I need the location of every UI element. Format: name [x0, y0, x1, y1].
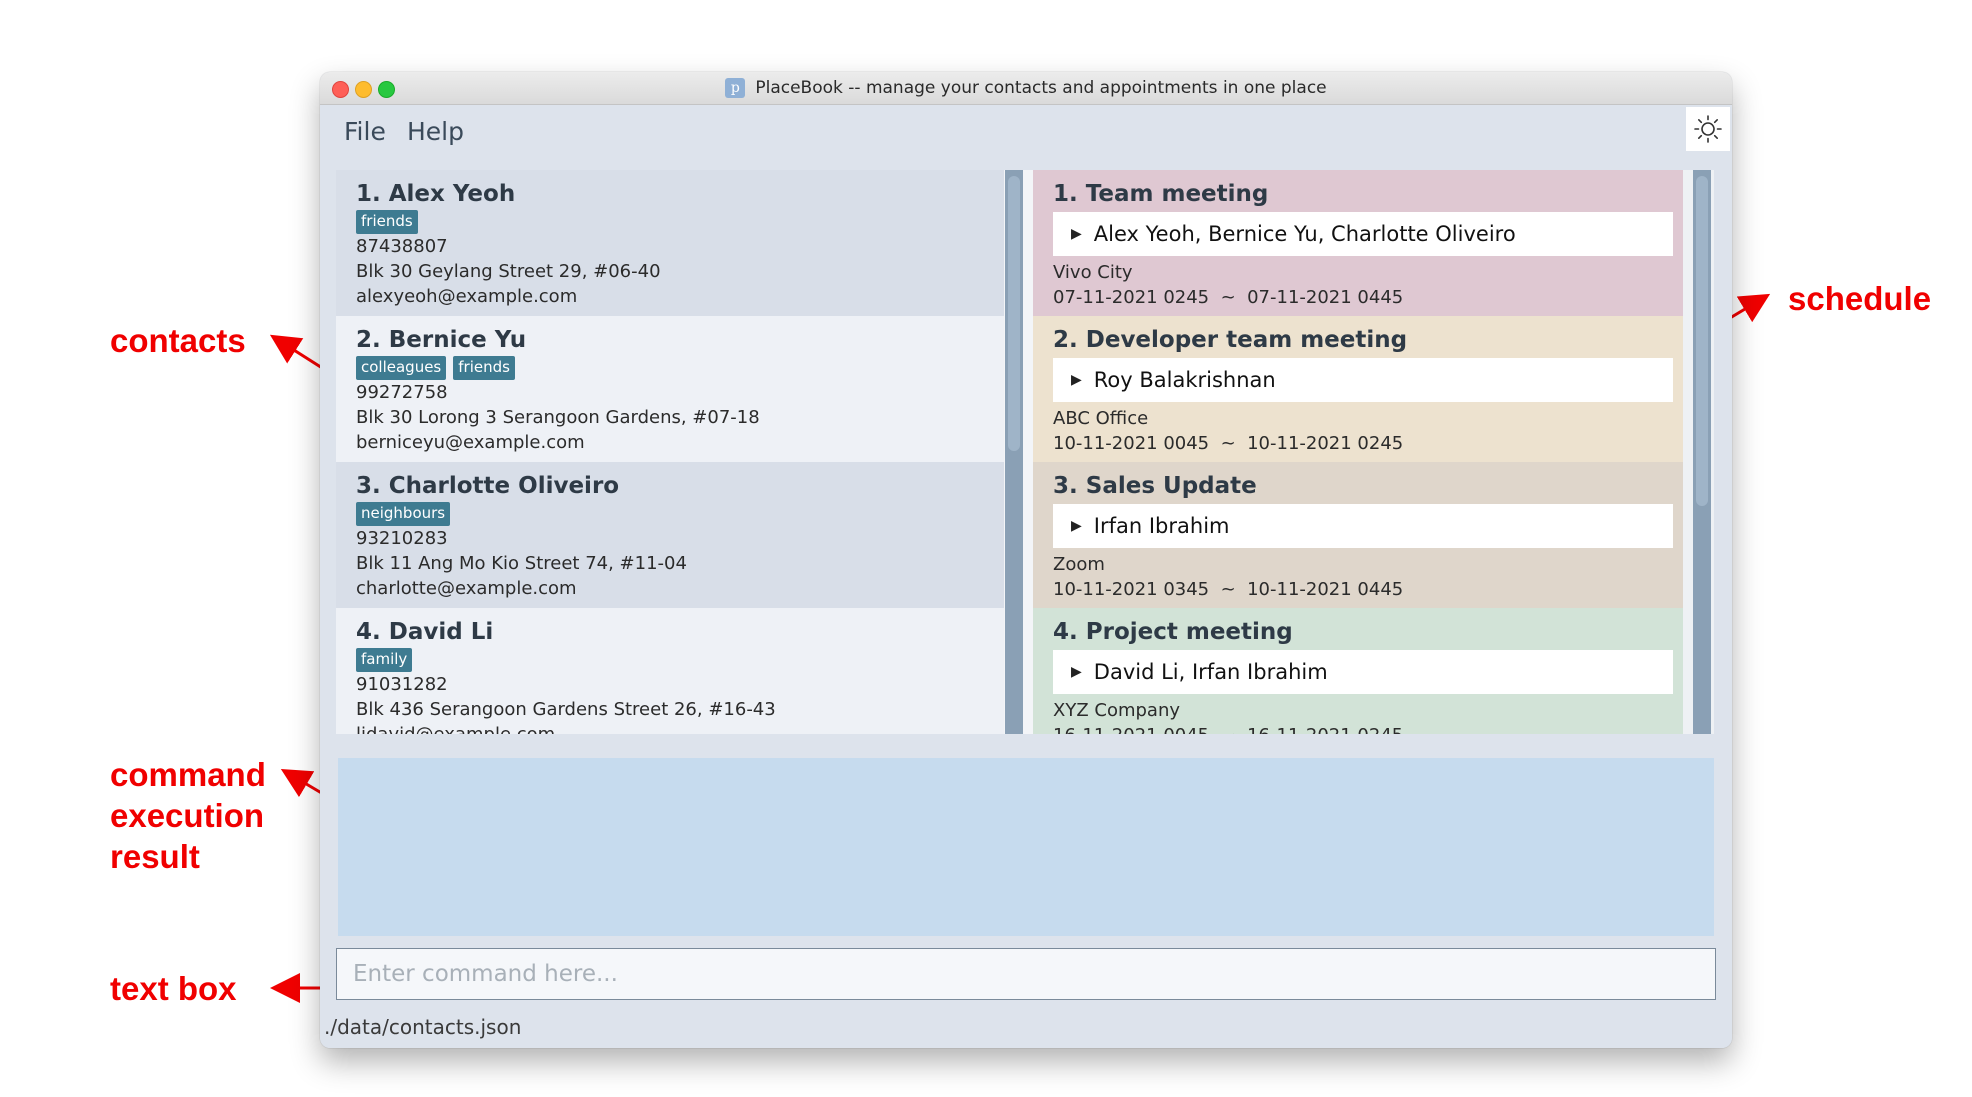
- app-icon: p: [725, 78, 746, 98]
- app-window: p PlaceBook -- manage your contacts and …: [320, 72, 1732, 1048]
- appointment-time: 10-11-2021 0045 ~ 10-11-2021 0245: [1053, 433, 1404, 454]
- triangle-right-icon: ▶: [1071, 226, 1082, 242]
- appointment-card[interactable]: 4. Project meeting ▶ David Li, Irfan Ibr…: [1033, 608, 1683, 734]
- contact-phone: 87438807: [356, 236, 448, 257]
- tag: family: [356, 648, 413, 672]
- appointment-time: 16-11-2021 0045 ~ 16-11-2021 0245: [1053, 723, 1683, 734]
- contact-tags: neighbours: [356, 502, 1004, 526]
- appointment-location: Zoom: [1053, 554, 1105, 575]
- triangle-right-icon: ▶: [1071, 664, 1082, 680]
- contact-tags: colleagues friends: [356, 356, 1004, 380]
- menu-file[interactable]: File: [344, 117, 386, 146]
- appointment-card[interactable]: 3. Sales Update ▶ Irfan Ibrahim Zoom 10-…: [1033, 462, 1683, 608]
- command-result-box: [338, 758, 1714, 936]
- contact-phone: 91031282: [356, 674, 448, 695]
- appointment-location: Vivo City: [1053, 262, 1133, 283]
- appointment-title: 4. Project meeting: [1053, 619, 1293, 645]
- contact-card[interactable]: 2. Bernice Yu colleagues friends 9927275…: [336, 316, 1004, 462]
- contact-name: 1. Alex Yeoh: [356, 181, 516, 207]
- appointment-attendees: Roy Balakrishnan: [1093, 368, 1276, 392]
- appointment-time: 10-11-2021 0345 ~ 10-11-2021 0445: [1053, 579, 1404, 600]
- tag: colleagues: [356, 356, 447, 380]
- title-bar: p PlaceBook -- manage your contacts and …: [320, 72, 1732, 105]
- window-title: PlaceBook -- manage your contacts and ap…: [755, 78, 1327, 98]
- appointment-card[interactable]: 2. Developer team meeting ▶ Roy Balakris…: [1033, 316, 1683, 462]
- appointment-attendees: David Li, Irfan Ibrahim: [1093, 660, 1328, 684]
- tag: friends: [356, 210, 418, 234]
- appointment-card[interactable]: 1. Team meeting ▶ Alex Yeoh, Bernice Yu,…: [1033, 170, 1683, 316]
- contacts-panel: 1. Alex Yeoh friends 87438807 Blk 30 Gey…: [336, 170, 1035, 734]
- contacts-scrollbar-thumb[interactable]: [1008, 176, 1020, 451]
- theme-toggle-button[interactable]: [1686, 107, 1730, 151]
- tag: neighbours: [356, 502, 451, 526]
- contact-address: Blk 11 Ang Mo Kio Street 74, #11-04: [356, 553, 687, 574]
- schedule-scrollbar[interactable]: [1693, 170, 1711, 734]
- contact-tags: family: [356, 648, 1004, 672]
- appointment-location: XYZ Company: [1053, 700, 1181, 721]
- contact-email: berniceyu@example.com: [356, 432, 585, 453]
- contact-name: 3. Charlotte Oliveiro: [356, 473, 620, 499]
- contact-name: 4. David Li: [356, 619, 494, 645]
- appointment-title: 2. Developer team meeting: [1053, 327, 1408, 353]
- command-result-text: [338, 758, 1714, 778]
- status-file-path: ./data/contacts.json: [324, 1015, 522, 1039]
- contact-card[interactable]: 4. David Li family 91031282 Blk 436 Sera…: [336, 608, 1004, 734]
- status-bar: ./data/contacts.json: [320, 1006, 1732, 1048]
- appointment-location: ABC Office: [1053, 408, 1149, 429]
- contact-phone: 99272758: [356, 382, 448, 403]
- appointment-title: 1. Team meeting: [1053, 181, 1269, 207]
- schedule-scrollbar-thumb[interactable]: [1696, 176, 1708, 506]
- schedule-panel: 1. Team meeting ▶ Alex Yeoh, Bernice Yu,…: [1033, 170, 1714, 734]
- title-wrap: p PlaceBook -- manage your contacts and …: [320, 72, 1732, 104]
- attendee-expander[interactable]: ▶ Irfan Ibrahim: [1053, 504, 1673, 548]
- attendee-expander[interactable]: ▶ Alex Yeoh, Bernice Yu, Charlotte Olive…: [1053, 212, 1673, 256]
- menu-help[interactable]: Help: [407, 117, 464, 146]
- tag: friends: [453, 356, 515, 380]
- contact-email: charlotte@example.com: [356, 578, 577, 599]
- contact-card[interactable]: 1. Alex Yeoh friends 87438807 Blk 30 Gey…: [336, 170, 1004, 316]
- contact-email: alexyeoh@example.com: [356, 286, 578, 307]
- contact-address: Blk 436 Serangoon Gardens Street 26, #16…: [356, 699, 776, 720]
- contact-phone: 93210283: [356, 528, 448, 549]
- appointment-title: 3. Sales Update: [1053, 473, 1257, 499]
- contact-email: lidavid@example.com: [356, 722, 1004, 734]
- contact-card[interactable]: 3. Charlotte Oliveiro neighbours 9321028…: [336, 462, 1004, 608]
- menu-bar: File Help: [320, 105, 1732, 155]
- appointment-attendees: Irfan Ibrahim: [1093, 514, 1230, 538]
- triangle-right-icon: ▶: [1071, 372, 1082, 388]
- contact-address: Blk 30 Lorong 3 Serangoon Gardens, #07-1…: [356, 407, 760, 428]
- contact-tags: friends: [356, 210, 1004, 234]
- contact-name: 2. Bernice Yu: [356, 327, 527, 353]
- sun-icon: [1694, 115, 1722, 143]
- appointment-time: 07-11-2021 0245 ~ 07-11-2021 0445: [1053, 287, 1404, 308]
- contact-address: Blk 30 Geylang Street 29, #06-40: [356, 261, 661, 282]
- attendee-expander[interactable]: ▶ Roy Balakrishnan: [1053, 358, 1673, 402]
- contacts-scrollbar[interactable]: [1005, 170, 1023, 734]
- appointment-attendees: Alex Yeoh, Bernice Yu, Charlotte Oliveir…: [1093, 222, 1516, 246]
- attendee-expander[interactable]: ▶ David Li, Irfan Ibrahim: [1053, 650, 1673, 694]
- triangle-right-icon: ▶: [1071, 518, 1082, 534]
- command-input[interactable]: [336, 948, 1716, 1000]
